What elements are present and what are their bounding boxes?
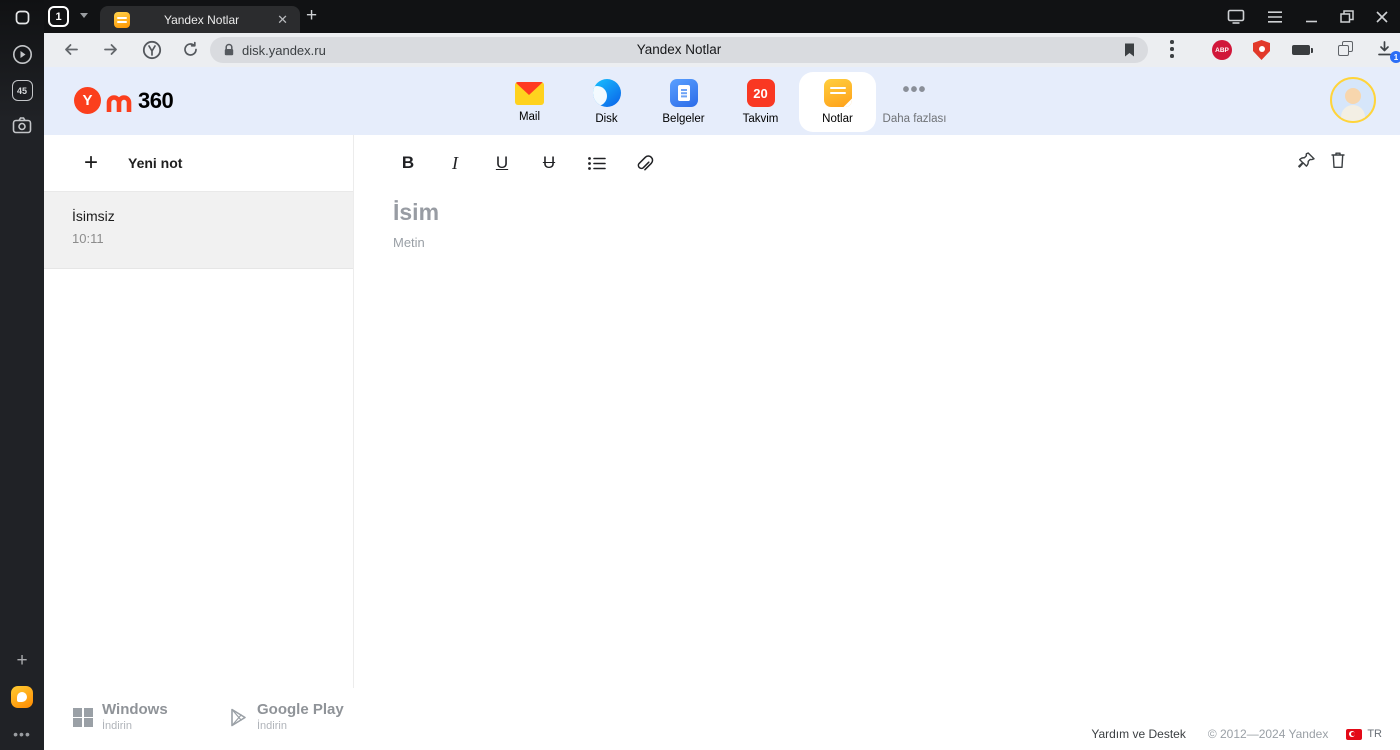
bullet-list-button[interactable] [587,156,607,171]
note-title: İsimsiz [72,208,115,224]
note-title-input[interactable]: İsim [393,199,1400,226]
rail-logo-icon[interactable] [0,10,44,25]
app-belgeler[interactable]: Belgeler [645,72,722,132]
disk-icon [592,79,621,107]
app-more[interactable]: ••• Daha fazlası [876,72,953,132]
forward-button[interactable] [102,41,120,58]
app-takvim[interactable]: 20 Takvim [722,72,799,132]
app-mail[interactable]: Mail [491,72,568,132]
note-list-item[interactable]: İsimsiz 10:11 [44,192,353,269]
app-notlar[interactable]: Notlar [799,72,876,132]
notes-icon [823,79,852,107]
back-button[interactable] [62,41,80,58]
rail-add-icon[interactable]: + [0,650,44,672]
maximize-button[interactable] [1340,10,1354,23]
service-switcher: Mail Disk Belgeler 20 Takvim Notlar ••• … [491,72,953,132]
battery-saver-icon[interactable] [1292,45,1313,55]
language-selector[interactable]: TR [1346,728,1382,740]
note-body-input[interactable]: Metin [393,235,1400,250]
rail-tab-counter[interactable]: 45 [0,80,44,101]
close-button[interactable] [1376,10,1388,23]
menu-icon[interactable] [1267,10,1283,23]
url-text: disk.yandex.ru [242,43,326,58]
underline-button[interactable]: U [493,153,511,173]
rail-play-icon[interactable] [0,44,44,65]
tab-group-chip[interactable]: 1 [48,6,69,27]
windows-download-link[interactable]: Windows İndirin [73,702,168,732]
lock-icon [224,43,234,56]
user-avatar[interactable] [1330,77,1376,123]
page-footer: Windows İndirin Google Play İndirin Yard… [44,688,1400,750]
italic-button[interactable]: I [446,153,464,174]
rail-screenshot-icon[interactable] [0,117,44,134]
adblock-extension-icon[interactable]: ABP [1212,40,1232,60]
yandex-360-logo[interactable]: Y 360 [74,87,174,114]
new-note-button[interactable]: + Yeni not [44,135,353,192]
shield-extension-icon[interactable] [1253,40,1270,60]
page-title: Yandex Notlar [636,42,722,57]
pin-note-button[interactable] [1298,151,1316,174]
yandex-browser-icon[interactable] [142,40,162,60]
tabs-copy-icon[interactable] [1338,41,1356,59]
bookmark-icon[interactable] [1123,42,1136,58]
delete-note-button[interactable] [1330,151,1346,174]
notes-list-panel: + Yeni not İsimsiz 10:11 [44,135,354,688]
app-disk[interactable]: Disk [568,72,645,132]
yandex-360-arch-icon [106,94,132,112]
browser-window: 1 Yandex Notlar ✕ + disk.yandex.ru Yande… [0,0,1400,750]
more-dots-icon: ••• [902,79,927,101]
yandex-360-page: Y 360 Mail Disk Belgeler 20 Takvim Notla… [44,67,1400,750]
minimize-button[interactable] [1305,11,1318,23]
rail-messenger-icon[interactable] [0,686,44,708]
service-header: Y 360 Mail Disk Belgeler 20 Takvim Notla… [44,67,1400,135]
plus-icon: + [84,149,99,176]
logo-360-text: 360 [138,87,174,113]
google-play-download-link[interactable]: Google Play İndirin [230,702,344,732]
copyright-text: © 2012—2024 Yandex [1207,727,1329,741]
tab-list-chevron-icon[interactable] [80,13,88,18]
browser-toolbar: disk.yandex.ru Yandex Notlar ABP 1 [44,33,1400,67]
toolbar-menu-icon[interactable] [1170,40,1174,61]
tab-close-icon[interactable]: ✕ [273,11,292,28]
address-bar[interactable]: disk.yandex.ru Yandex Notlar [210,37,1148,63]
tab-yandex-notlar[interactable]: Yandex Notlar ✕ [100,6,300,33]
cast-icon[interactable] [1227,9,1245,24]
strikethrough-button[interactable]: U [540,153,558,173]
mail-icon [515,82,544,105]
notes-favicon-icon [114,11,130,28]
help-support-link[interactable]: Yardım ve Destek [1091,727,1185,741]
tab-title: Yandex Notlar [163,12,240,27]
note-editor: B I U U İsim Metin [355,135,1400,688]
documents-icon [669,79,698,107]
reload-icon[interactable] [182,41,199,58]
windows-icon [73,707,93,727]
rail-more-icon[interactable]: ••• [0,726,44,742]
calendar-icon: 20 [746,79,775,107]
browser-side-rail: 45 + ••• [0,0,44,750]
bold-button[interactable]: B [399,153,417,173]
google-play-icon [231,708,246,726]
format-toolbar: B I U U [355,135,1400,191]
download-count-badge: 1 [1390,51,1400,63]
turkey-flag-icon [1346,728,1363,740]
downloads-button[interactable]: 1 [1376,40,1400,63]
new-tab-button[interactable]: + [306,5,317,27]
titlebar: 1 Yandex Notlar ✕ + [0,0,1400,33]
yandex-y-icon: Y [74,87,101,114]
note-time: 10:11 [72,231,104,246]
attach-button[interactable] [634,154,654,173]
